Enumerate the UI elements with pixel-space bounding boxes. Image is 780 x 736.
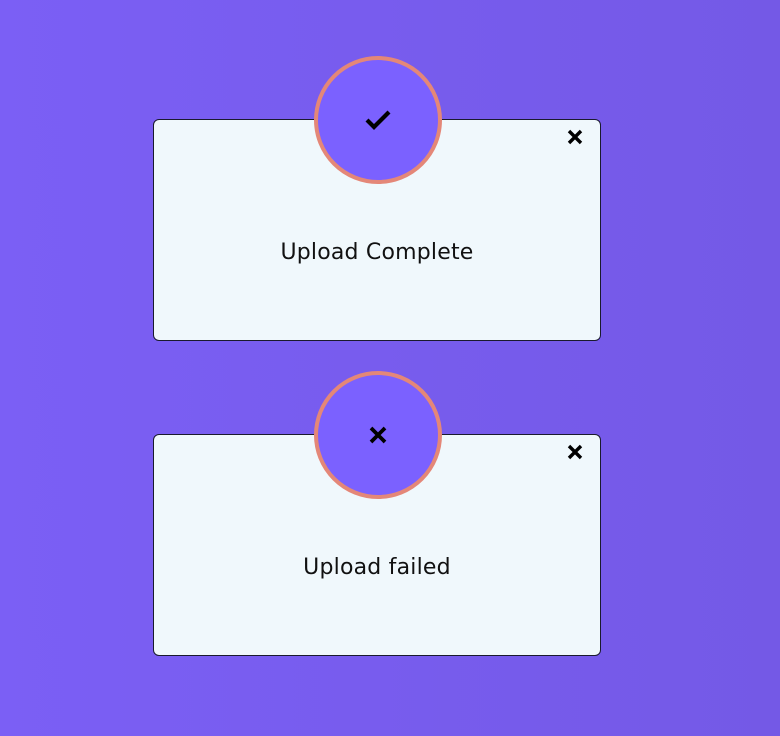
close-icon[interactable] bbox=[566, 443, 584, 461]
cross-icon bbox=[369, 426, 387, 444]
error-status-badge bbox=[314, 371, 442, 499]
close-icon[interactable] bbox=[566, 128, 584, 146]
notification-message: Upload Complete bbox=[280, 240, 474, 265]
notification-message: Upload failed bbox=[303, 555, 451, 580]
check-icon bbox=[365, 110, 391, 130]
success-status-badge bbox=[314, 56, 442, 184]
